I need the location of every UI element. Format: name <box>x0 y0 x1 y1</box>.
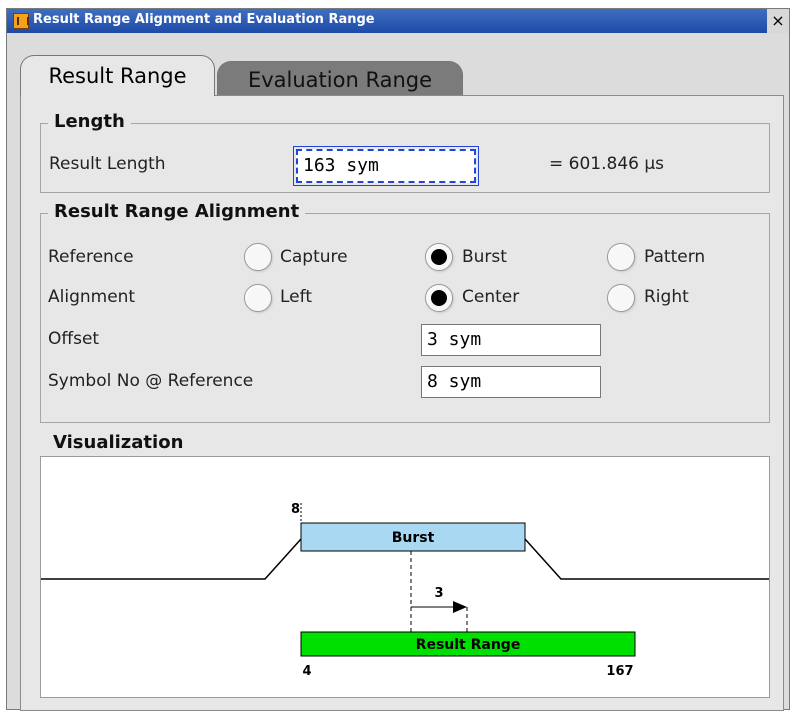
symbol-reference-label: Symbol No @ Reference <box>48 371 254 391</box>
offset-value-label: 3 <box>434 586 443 601</box>
app-icon <box>13 13 29 29</box>
tab-result-range[interactable]: Result Range <box>20 55 215 96</box>
title-bar[interactable]: Result Range Alignment and Evaluation Ra… <box>7 9 789 33</box>
range-start-label: 4 <box>302 664 311 679</box>
tab-panel-result-range: Length Result Length 163 sym = 601.846 µ… <box>20 95 784 711</box>
alignment-center-label: Center <box>462 287 520 307</box>
offset-input[interactable]: 3 sym <box>421 324 601 356</box>
reference-capture-radio[interactable] <box>244 243 272 271</box>
visualization-panel: Burst 8 3 Result Range 4 167 <box>40 456 770 698</box>
alignment-legend: Result Range Alignment <box>48 201 306 222</box>
result-range-label: Result Range <box>416 637 521 653</box>
dialog-window: Result Range Alignment and Evaluation Ra… <box>6 8 790 711</box>
window-title: Result Range Alignment and Evaluation Ra… <box>33 12 375 27</box>
alignment-right-label: Right <box>644 287 689 307</box>
result-length-input[interactable]: 163 sym <box>293 146 479 186</box>
reference-pattern-label: Pattern <box>644 247 706 267</box>
offset-label: Offset <box>48 329 100 349</box>
visualization-diagram: Burst 8 3 Result Range 4 167 <box>41 502 769 679</box>
reference-symbol-label: 8 <box>291 502 300 517</box>
offset-arrow-head <box>453 601 467 613</box>
reference-burst-radio[interactable] <box>425 243 453 271</box>
result-length-label: Result Length <box>49 154 166 174</box>
close-button[interactable]: × <box>767 9 789 33</box>
reference-capture-label: Capture <box>280 247 348 267</box>
alignment-left-radio[interactable] <box>244 284 272 312</box>
alignment-center-radio[interactable] <box>425 284 453 312</box>
visualization-legend: Visualization <box>47 432 190 453</box>
range-end-label: 167 <box>606 664 633 679</box>
result-length-time: = 601.846 µs <box>549 154 665 174</box>
alignment-right-radio[interactable] <box>607 284 635 312</box>
symbol-reference-input[interactable]: 8 sym <box>421 366 601 398</box>
alignment-group: Result Range Alignment Reference Capture… <box>40 201 770 423</box>
tab-evaluation-range[interactable]: Evaluation Range <box>217 61 463 98</box>
radio-selected-dot <box>431 249 447 265</box>
radio-selected-dot <box>431 290 447 306</box>
length-group: Length Result Length 163 sym = 601.846 µ… <box>40 111 770 193</box>
reference-burst-label: Burst <box>462 247 507 267</box>
reference-pattern-radio[interactable] <box>607 243 635 271</box>
reference-label: Reference <box>48 247 134 267</box>
alignment-left-label: Left <box>280 287 312 307</box>
length-legend: Length <box>48 111 131 132</box>
burst-label: Burst <box>392 530 435 546</box>
alignment-label: Alignment <box>48 287 136 307</box>
